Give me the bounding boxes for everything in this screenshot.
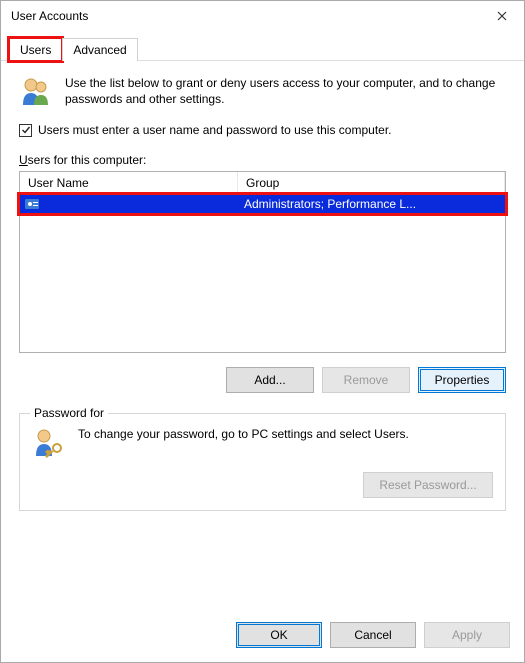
properties-button-label: Properties: [435, 373, 490, 387]
password-row: To change your password, go to PC settin…: [32, 426, 493, 460]
column-group[interactable]: Group: [238, 172, 505, 194]
require-password-row[interactable]: Users must enter a user name and passwor…: [19, 123, 506, 137]
users-listbox[interactable]: User Name Group Administrators; Performa…: [19, 171, 506, 353]
tab-advanced[interactable]: Advanced: [62, 38, 137, 61]
remove-button-label: Remove: [344, 373, 389, 387]
require-password-label: Users must enter a user name and passwor…: [38, 123, 392, 137]
users-list-label: Users for this computer:: [19, 153, 506, 167]
reset-password-label: Reset Password...: [379, 478, 476, 492]
tab-users[interactable]: Users: [9, 38, 62, 61]
users-icon: [19, 75, 53, 109]
tab-users-label: Users: [20, 43, 51, 57]
password-legend: Password for: [30, 406, 108, 420]
user-accounts-dialog: User Accounts Users Advanced Use the lis…: [0, 0, 525, 663]
list-header: User Name Group: [20, 172, 505, 195]
password-fieldset: Password for To change your password, go…: [19, 413, 506, 511]
intro-row: Use the list below to grant or deny user…: [19, 75, 506, 109]
column-username[interactable]: User Name: [20, 172, 238, 194]
reset-password-button: Reset Password...: [363, 472, 493, 498]
apply-label: Apply: [452, 628, 482, 642]
list-row[interactable]: Administrators; Performance L...: [20, 195, 505, 213]
close-button[interactable]: [479, 1, 524, 31]
intro-text: Use the list below to grant or deny user…: [65, 75, 506, 109]
user-buttons: Add... Remove Properties: [19, 367, 506, 393]
tab-advanced-label: Advanced: [73, 43, 126, 57]
window-title: User Accounts: [11, 9, 479, 23]
apply-button: Apply: [424, 622, 510, 648]
add-button-label: Add...: [254, 373, 285, 387]
require-password-checkbox[interactable]: [19, 124, 32, 137]
password-text: To change your password, go to PC settin…: [78, 426, 409, 442]
ok-label: OK: [270, 628, 287, 642]
cancel-label: Cancel: [354, 628, 391, 642]
tab-content: Use the list below to grant or deny user…: [1, 61, 524, 612]
close-icon: [497, 11, 507, 21]
add-button[interactable]: Add...: [226, 367, 314, 393]
checkmark-icon: [21, 125, 31, 135]
user-icon: [24, 196, 40, 212]
reset-row: Reset Password...: [32, 472, 493, 498]
tab-strip: Users Advanced: [1, 31, 524, 61]
ok-button[interactable]: OK: [236, 622, 322, 648]
remove-button: Remove: [322, 367, 410, 393]
key-icon: [32, 426, 66, 460]
properties-button[interactable]: Properties: [418, 367, 506, 393]
cancel-button[interactable]: Cancel: [330, 622, 416, 648]
row-group: Administrators; Performance L...: [238, 197, 505, 211]
dialog-footer: OK Cancel Apply: [1, 612, 524, 662]
titlebar: User Accounts: [1, 1, 524, 31]
